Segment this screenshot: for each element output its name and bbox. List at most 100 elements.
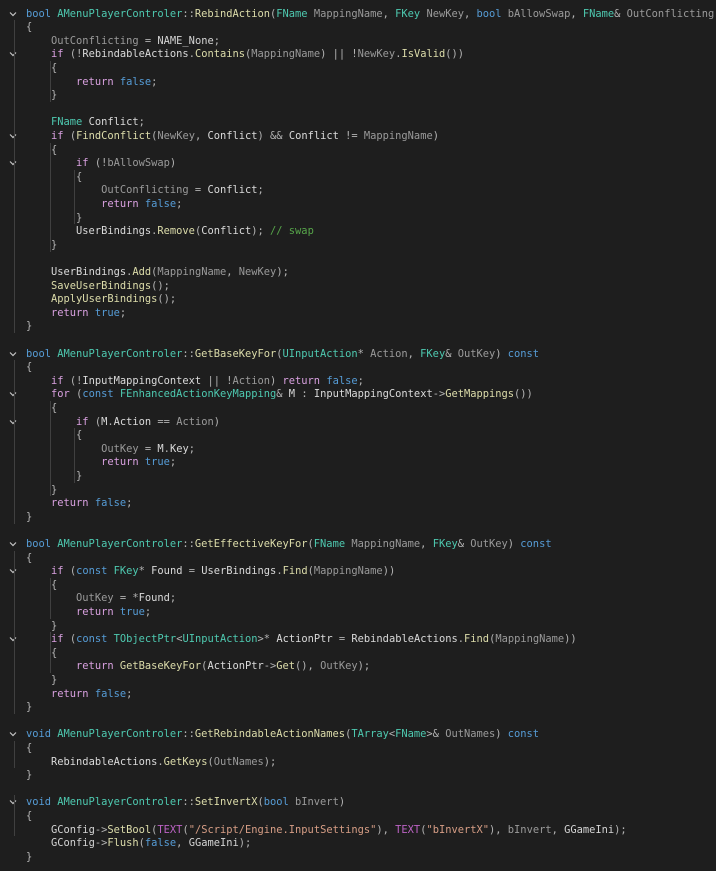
code-line[interactable]: {: [26, 646, 57, 660]
code-line[interactable]: OutConflicting = Conflict;: [26, 183, 264, 197]
code-line[interactable]: GConfig->Flush(false, GGameIni);: [26, 836, 251, 850]
code-line[interactable]: if (!InputMappingContext || !Action) ret…: [26, 374, 364, 388]
code-token-punctuation: ): [495, 347, 508, 360]
code-line[interactable]: for (const FEnhancedActionKeyMapping& M …: [26, 387, 533, 401]
code-line[interactable]: {: [26, 61, 57, 75]
code-line[interactable]: }: [26, 673, 57, 687]
code-line[interactable]: {: [26, 428, 82, 442]
code-line[interactable]: }: [26, 88, 57, 102]
chevron-down-icon[interactable]: [8, 49, 18, 59]
code-line[interactable]: UserBindings.Add(MappingName, NewKey);: [26, 265, 289, 279]
code-line[interactable]: return true;: [26, 455, 176, 469]
code-line[interactable]: void AMenuPlayerControler::GetRebindable…: [26, 727, 539, 741]
chevron-down-icon[interactable]: [8, 158, 18, 168]
code-line[interactable]: {: [26, 551, 32, 565]
code-line[interactable]: if (FindConflict(NewKey, Conflict) && Co…: [26, 129, 439, 143]
code-line[interactable]: }: [26, 319, 32, 333]
code-line[interactable]: bool AMenuPlayerControler::RebindAction(…: [26, 7, 716, 21]
code-line[interactable]: if (const TObjectPtr<UInputAction>* Acti…: [26, 632, 577, 646]
code-line[interactable]: }: [26, 510, 32, 524]
code-token-punctuation: ();: [157, 293, 177, 306]
code-token-punctuation: );: [276, 265, 289, 278]
code-token-punctuation: &: [614, 7, 627, 20]
code-token-punctuation: ;: [188, 442, 195, 455]
chevron-down-icon[interactable]: [8, 349, 18, 359]
code-token-punctuation: }: [26, 850, 33, 863]
code-line[interactable]: SaveUserBindings();: [26, 279, 170, 293]
code-line[interactable]: GConfig->SetBool(TEXT("/Script/Engine.In…: [26, 823, 627, 837]
code-token-punctuation: ) || !: [320, 48, 358, 61]
code-token-punctuation: );: [263, 755, 277, 768]
code-token-punctuation: [26, 592, 76, 604]
code-line[interactable]: ApplyUserBindings();: [26, 292, 176, 306]
code-line[interactable]: {: [26, 578, 57, 592]
chevron-down-icon[interactable]: [8, 566, 18, 576]
code-token-punctuation: }: [26, 769, 33, 782]
code-line[interactable]: {: [26, 360, 32, 374]
code-token-member: InputMappingContext: [313, 388, 433, 401]
code-token-punctuation: ->: [263, 660, 277, 673]
code-line[interactable]: return false;: [26, 687, 132, 701]
code-token-punctuation: ,: [226, 265, 239, 278]
chevron-down-icon[interactable]: [8, 417, 18, 427]
code-line[interactable]: bool AMenuPlayerControler::GetEffectiveK…: [26, 537, 552, 551]
code-token-punctuation: ;: [144, 605, 152, 618]
code-line[interactable]: {: [26, 741, 32, 755]
indent-guide: [14, 795, 15, 837]
chevron-down-icon[interactable]: [8, 634, 18, 644]
code-token-punctuation: =: [138, 34, 158, 47]
code-token-function-name: GetKeys: [163, 755, 208, 768]
chevron-down-icon[interactable]: [8, 9, 18, 19]
code-line[interactable]: {: [26, 170, 82, 184]
code-line[interactable]: return false;: [26, 197, 182, 211]
code-line[interactable]: FName Conflict;: [26, 115, 145, 129]
code-line[interactable]: return GetBaseKeyFor(ActionPtr->Get(), O…: [26, 659, 370, 673]
code-line[interactable]: return true;: [26, 605, 151, 619]
chevron-down-icon[interactable]: [8, 797, 18, 807]
code-line[interactable]: OutConflicting = NAME_None;: [26, 34, 220, 48]
code-line[interactable]: {: [26, 20, 32, 34]
code-token-parameter: OutKey: [320, 660, 358, 673]
code-line[interactable]: }: [26, 469, 82, 483]
code-token-punctuation: ;: [213, 34, 220, 47]
code-token-variable: Found: [138, 592, 170, 605]
code-line[interactable]: }: [26, 850, 32, 864]
code-line[interactable]: UserBindings.Remove(Conflict); // swap: [26, 224, 314, 238]
indent-guide: [14, 550, 15, 715]
code-line[interactable]: RebindableActions.GetKeys(OutNames);: [26, 755, 276, 769]
code-token-member: UserBindings: [201, 565, 277, 578]
code-line[interactable]: return false;: [26, 75, 157, 89]
code-line[interactable]: }: [26, 619, 57, 633]
code-token-type-name: FKey: [432, 537, 458, 550]
code-line[interactable]: }: [26, 238, 57, 252]
code-line[interactable]: OutKey = *Found;: [26, 591, 176, 605]
code-token-punctuation: ;: [119, 306, 127, 319]
code-line[interactable]: void AMenuPlayerControler::SetInvertX(bo…: [26, 795, 345, 809]
chevron-down-icon[interactable]: [8, 729, 18, 739]
code-token-punctuation: ,: [551, 823, 565, 836]
code-line[interactable]: bool AMenuPlayerControler::GetBaseKeyFor…: [26, 347, 539, 361]
code-line[interactable]: return false;: [26, 496, 132, 510]
code-line[interactable]: if (!bAllowSwap): [26, 156, 176, 170]
code-token-parameter: OutConflicting: [51, 34, 139, 47]
code-token-keyword: const: [82, 388, 120, 401]
code-line[interactable]: if (const FKey* Found = UserBindings.Fin…: [26, 564, 395, 578]
code-line[interactable]: {: [26, 143, 57, 157]
chevron-down-icon[interactable]: [8, 539, 18, 549]
code-token-punctuation: [26, 756, 51, 768]
code-line[interactable]: return true;: [26, 306, 126, 320]
code-line[interactable]: if (!RebindableActions.Contains(MappingN…: [26, 47, 464, 61]
code-editor[interactable]: bool AMenuPlayerControler::RebindAction(…: [0, 0, 716, 871]
chevron-down-icon[interactable]: [8, 389, 18, 399]
code-line[interactable]: OutKey = M.Key;: [26, 442, 195, 456]
code-line[interactable]: }: [26, 700, 32, 714]
code-line[interactable]: {: [26, 401, 57, 415]
chevron-down-icon[interactable]: [8, 131, 18, 141]
code-line[interactable]: {: [26, 809, 32, 823]
code-line[interactable]: if (M.Action == Action): [26, 415, 220, 429]
code-line[interactable]: }: [26, 211, 82, 225]
code-line[interactable]: }: [26, 483, 57, 497]
code-line[interactable]: }: [26, 768, 32, 782]
code-token-punctuation: ): [432, 129, 439, 142]
code-token-parameter: OutConflicting: [101, 184, 189, 197]
